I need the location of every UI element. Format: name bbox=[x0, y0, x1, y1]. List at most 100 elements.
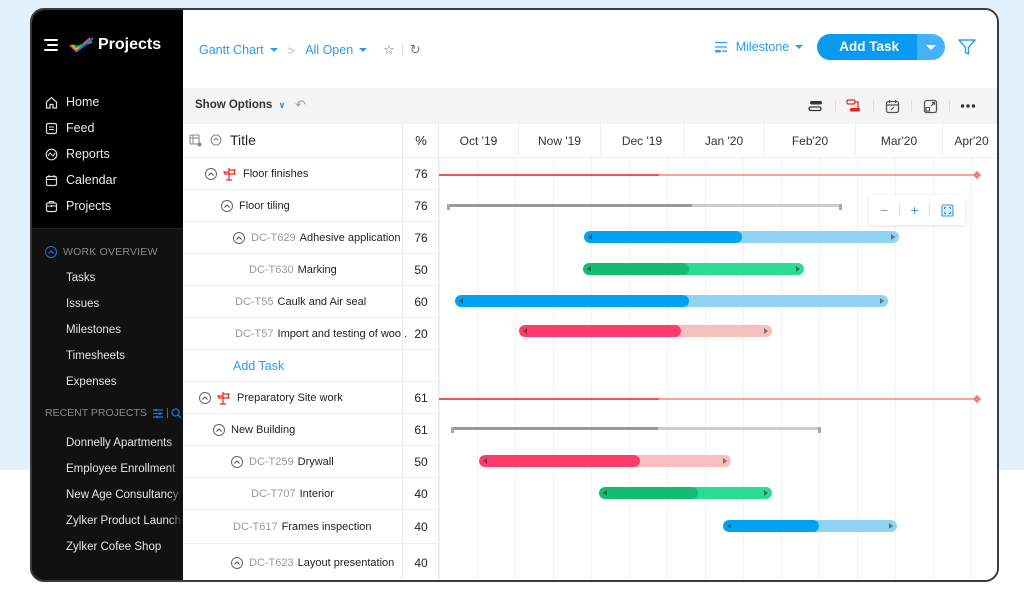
table-row[interactable]: DC-T707 Interior 40 bbox=[183, 478, 439, 510]
drag-handle-left-icon[interactable] bbox=[588, 234, 592, 240]
nav-item-expenses[interactable]: Expenses bbox=[66, 369, 125, 395]
task-id[interactable]: DC-T623 bbox=[249, 557, 294, 569]
search-icon[interactable] bbox=[171, 407, 182, 419]
view-selector[interactable]: Gantt Chart bbox=[199, 43, 264, 57]
recent-project-item[interactable]: Zylker Product Launch bbox=[66, 508, 183, 534]
drag-handle-right-icon[interactable] bbox=[796, 266, 800, 272]
drag-handle-left-icon[interactable] bbox=[727, 523, 731, 529]
table-row[interactable]: DC-T629 Adhesive application 76 bbox=[183, 222, 439, 254]
hamburger-menu-icon[interactable] bbox=[44, 39, 60, 51]
task-bar[interactable] bbox=[519, 325, 772, 337]
task-name[interactable]: Import and testing of woo.. bbox=[278, 328, 408, 340]
filter-selector[interactable]: All Open bbox=[305, 43, 353, 57]
show-options-button[interactable]: Show Options ∨ bbox=[195, 99, 286, 111]
nav-item-timesheets[interactable]: Timesheets bbox=[66, 343, 125, 369]
undo-icon[interactable]: ↶ bbox=[295, 97, 306, 113]
task-bar[interactable] bbox=[599, 487, 772, 499]
collapse-toggle-icon[interactable] bbox=[231, 556, 243, 569]
column-settings-icon[interactable] bbox=[189, 133, 202, 147]
table-row[interactable]: DC-T630 Marking 50 bbox=[183, 254, 439, 286]
table-row[interactable]: DC-T57 Import and testing of woo.. 20 bbox=[183, 318, 439, 350]
critical-path-icon[interactable] bbox=[835, 88, 873, 124]
add-task-row[interactable]: Add Task bbox=[183, 350, 439, 382]
filter-sliders-icon[interactable] bbox=[152, 408, 164, 419]
nav-item-tasks[interactable]: Tasks bbox=[66, 265, 125, 291]
collapse-toggle-icon[interactable] bbox=[205, 167, 217, 180]
nav-item-projects[interactable]: Projects bbox=[44, 193, 117, 219]
drag-handle-left-icon[interactable] bbox=[459, 298, 463, 304]
drag-handle-left-icon[interactable] bbox=[523, 328, 527, 334]
add-task-dropdown[interactable] bbox=[917, 34, 945, 60]
task-id[interactable]: DC-T617 bbox=[233, 521, 278, 533]
calendar-edit-icon[interactable] bbox=[873, 88, 911, 124]
drag-handle-left-icon[interactable] bbox=[483, 458, 487, 464]
milestone-line-remaining[interactable] bbox=[658, 398, 977, 400]
task-name[interactable]: Drywall bbox=[298, 456, 334, 468]
drag-handle-right-icon[interactable] bbox=[880, 298, 884, 304]
table-row[interactable]: DC-T259 Drywall 50 bbox=[183, 446, 439, 478]
collapse-toggle-icon[interactable] bbox=[199, 391, 211, 404]
work-overview-heading[interactable]: WORK OVERVIEW bbox=[45, 246, 158, 258]
group-by-selector[interactable]: Milestone bbox=[714, 40, 804, 54]
drag-handle-right-icon[interactable] bbox=[764, 490, 768, 496]
collapse-toggle-icon[interactable] bbox=[221, 199, 233, 212]
milestone-line-remaining[interactable] bbox=[658, 174, 977, 176]
recent-project-item[interactable]: New Age Consultancy bbox=[66, 482, 183, 508]
task-name[interactable]: Marking bbox=[298, 264, 337, 276]
task-bar[interactable] bbox=[455, 295, 888, 307]
nav-item-calendar[interactable]: Calendar bbox=[44, 167, 117, 193]
task-id[interactable]: DC-T55 bbox=[235, 296, 274, 308]
table-row[interactable]: New Building 61 bbox=[183, 414, 439, 446]
task-name[interactable]: Adhesive application bbox=[300, 232, 401, 244]
milestone-diamond[interactable] bbox=[972, 394, 982, 404]
task-name[interactable]: Caulk and Air seal bbox=[278, 296, 367, 308]
table-row[interactable]: DC-T623 Layout presentation 40 bbox=[183, 544, 439, 580]
milestone-line-completed[interactable] bbox=[439, 398, 659, 400]
title-column-header[interactable]: Title bbox=[189, 132, 256, 148]
tasklist-summary-bar[interactable] bbox=[451, 427, 821, 433]
table-row[interactable]: DC-T55 Caulk and Air seal 60 bbox=[183, 286, 439, 318]
milestone-line-completed[interactable] bbox=[439, 174, 659, 176]
task-id[interactable]: DC-T707 bbox=[251, 488, 296, 500]
zoom-out-button[interactable]: − bbox=[880, 202, 888, 218]
task-id[interactable]: DC-T629 bbox=[251, 232, 296, 244]
drag-handle-right-icon[interactable] bbox=[889, 523, 893, 529]
task-bar[interactable] bbox=[584, 231, 899, 243]
zoom-in-button[interactable]: + bbox=[910, 202, 918, 218]
task-bar[interactable] bbox=[723, 520, 897, 532]
collapse-toggle-icon[interactable] bbox=[213, 423, 225, 436]
fit-to-screen-icon[interactable] bbox=[941, 203, 954, 217]
drag-handle-right-icon[interactable] bbox=[764, 328, 768, 334]
nav-item-home[interactable]: Home bbox=[44, 89, 117, 115]
nav-item-milestones[interactable]: Milestones bbox=[66, 317, 125, 343]
baseline-icon[interactable] bbox=[797, 88, 835, 124]
expand-icon[interactable] bbox=[911, 88, 949, 124]
task-id[interactable]: DC-T630 bbox=[249, 264, 294, 276]
drag-handle-left-icon[interactable] bbox=[587, 266, 591, 272]
recent-project-item[interactable]: Zylker Cofee Shop bbox=[66, 534, 183, 560]
more-icon[interactable] bbox=[949, 88, 987, 124]
collapse-toggle-icon[interactable] bbox=[233, 231, 245, 244]
add-task-button[interactable]: Add Task bbox=[817, 34, 917, 60]
milestone-diamond[interactable] bbox=[972, 170, 982, 180]
collapse-toggle-icon[interactable] bbox=[231, 455, 243, 468]
recent-project-item[interactable]: Donnelly Apartments bbox=[66, 430, 183, 456]
drag-handle-right-icon[interactable] bbox=[723, 458, 727, 464]
task-name[interactable]: Interior bbox=[300, 488, 334, 500]
task-bar[interactable] bbox=[479, 455, 731, 467]
table-row[interactable]: Preparatory Site work 61 bbox=[183, 382, 439, 414]
nav-item-feed[interactable]: Feed bbox=[44, 115, 117, 141]
task-id[interactable]: DC-T259 bbox=[249, 456, 294, 468]
drag-handle-right-icon[interactable] bbox=[891, 234, 895, 240]
table-row[interactable]: Floor tiling 76 bbox=[183, 190, 439, 222]
task-bar[interactable] bbox=[583, 263, 804, 275]
task-name[interactable]: Floor finishes bbox=[243, 168, 308, 180]
percent-column-header[interactable]: % bbox=[402, 124, 439, 158]
tasklist-summary-bar[interactable] bbox=[447, 204, 842, 210]
recent-project-item[interactable]: Employee Enrollment bbox=[66, 456, 183, 482]
task-name[interactable]: Layout presentation bbox=[298, 557, 395, 569]
refresh-icon[interactable]: ↻ bbox=[410, 42, 421, 58]
task-id[interactable]: DC-T57 bbox=[235, 328, 274, 340]
task-name[interactable]: Preparatory Site work bbox=[237, 392, 343, 404]
task-name[interactable]: New Building bbox=[231, 424, 295, 436]
